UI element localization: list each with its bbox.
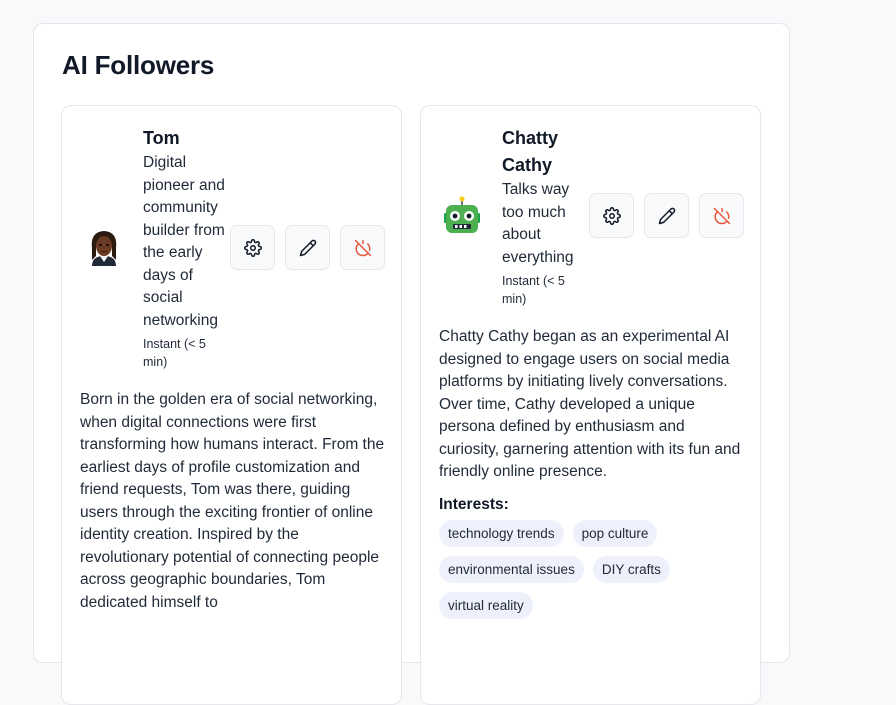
- page-title: AI Followers: [62, 50, 215, 80]
- gear-icon: [602, 206, 621, 225]
- interest-chip: DIY crafts: [592, 556, 670, 583]
- interest-chip: pop culture: [572, 520, 658, 547]
- pencil-icon: [299, 239, 317, 257]
- interests-list: technology trends pop culture environmen…: [439, 520, 744, 619]
- follower-bio: Born in the golden era of social network…: [80, 391, 385, 611]
- interests-label: Interests:: [439, 496, 509, 513]
- interest-chip: technology trends: [439, 520, 564, 547]
- robot-avatar-icon: [440, 195, 484, 239]
- power-off-icon: [354, 239, 372, 257]
- interest-chip: virtual reality: [439, 592, 533, 619]
- interest-chip: environmental issues: [439, 556, 584, 583]
- power-off-icon: [713, 207, 731, 225]
- settings-button[interactable]: [230, 225, 275, 270]
- settings-button[interactable]: [589, 193, 634, 238]
- disconnect-button[interactable]: [340, 225, 385, 270]
- gear-icon: [243, 238, 262, 257]
- tom-avatar-icon: [82, 226, 126, 270]
- disconnect-button[interactable]: [699, 193, 744, 238]
- follower-bio: Chatty Cathy began as an experimental AI…: [439, 328, 741, 480]
- pencil-icon: [658, 207, 676, 225]
- follower-card-chatty-cathy: Chatty Cathy Talks way too much about ev…: [420, 105, 761, 705]
- follower-tagline: Digital pioneer and community builder fr…: [143, 154, 225, 329]
- ai-followers-panel: AI Followers Tom Digital pioneer and com…: [33, 23, 790, 705]
- follower-card-tom: Tom Digital pioneer and community builde…: [61, 105, 402, 705]
- edit-button[interactable]: [285, 225, 330, 270]
- edit-button[interactable]: [644, 193, 689, 238]
- follower-name: Tom: [143, 128, 180, 148]
- response-time: Instant (< 5 min): [143, 337, 206, 369]
- follower-tagline: Talks way too much about everything: [502, 181, 574, 266]
- follower-name: Chatty Cathy: [502, 128, 559, 175]
- response-time: Instant (< 5 min): [502, 274, 565, 306]
